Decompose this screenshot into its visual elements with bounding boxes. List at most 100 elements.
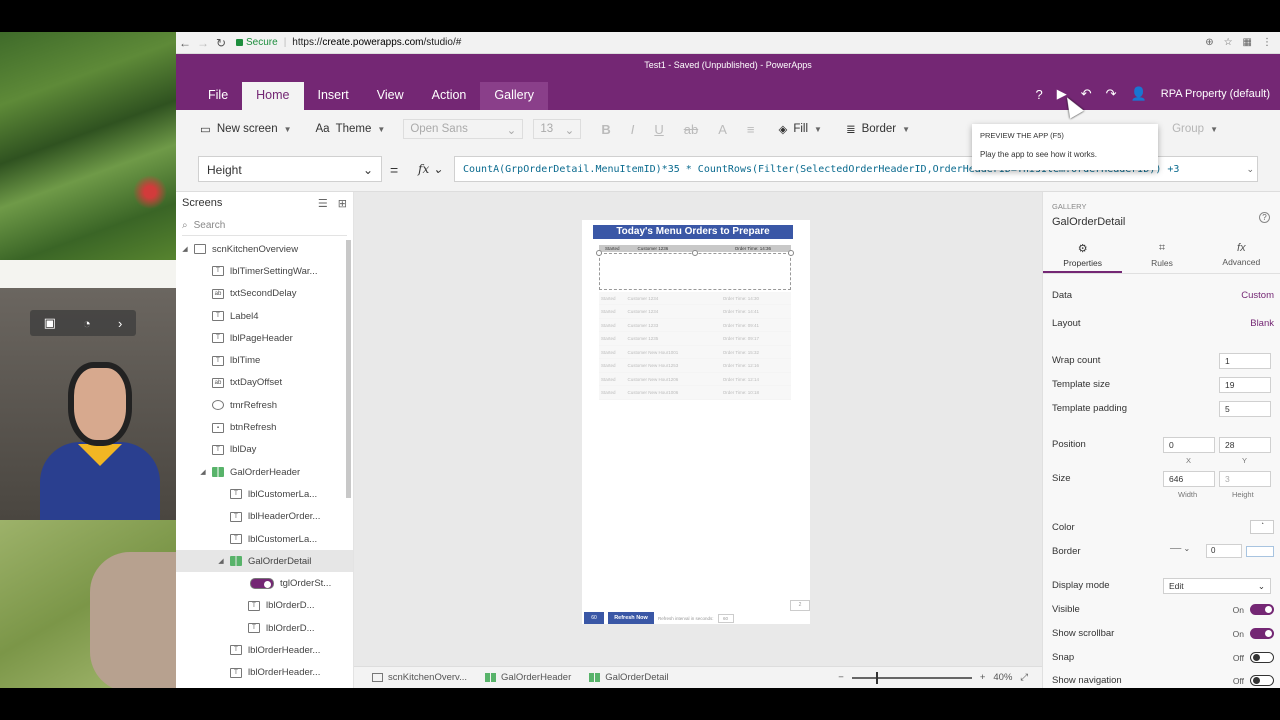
tree-item-gallery-selected[interactable]: ◢ GalOrderDetail xyxy=(176,550,353,573)
property-select[interactable]: Height ⌄ xyxy=(198,156,382,182)
border-width-input[interactable]: 0 xyxy=(1206,544,1242,558)
tree-item[interactable]: ab txtSecondDelay xyxy=(176,283,353,305)
layout-value[interactable]: Blank xyxy=(1250,318,1274,329)
visible-toggle[interactable] xyxy=(1250,604,1274,615)
app-screen-preview[interactable]: Today's Menu Orders to Prepare Started C… xyxy=(582,220,810,624)
list-item[interactable]: Started Customer New Hour1253 Order Time: … xyxy=(599,359,791,373)
border-button[interactable]: ≣ Border ▼ xyxy=(846,122,910,136)
timer-icon[interactable]: ◔ xyxy=(83,316,91,331)
redo-icon[interactable]: ↷ xyxy=(1106,86,1117,102)
expand-formula-icon[interactable]: ⌄ xyxy=(1246,164,1254,175)
new-screen-button[interactable]: ▭ New screen ▼ xyxy=(200,122,292,136)
list-item[interactable]: Started Customer 1234 Order Time: 14:30 xyxy=(599,292,791,306)
tree-item[interactable]: TlblCustomerLa... xyxy=(176,528,353,550)
design-canvas[interactable]: Today's Menu Orders to Prepare Started C… xyxy=(354,192,1042,666)
tree-item[interactable]: T Label4 xyxy=(176,305,353,327)
tree-item-gallery[interactable]: ◢ GalOrderHeader xyxy=(176,461,353,483)
refresh-interval-input[interactable]: 60 xyxy=(717,613,734,623)
undo-icon[interactable]: ↶ xyxy=(1081,86,1092,102)
collapse-icon[interactable]: ◢ xyxy=(180,245,190,253)
tree-item[interactable]: TlblTimerSettingWar... xyxy=(176,260,353,282)
position-y-input[interactable]: 28 xyxy=(1219,437,1271,453)
resize-handle[interactable] xyxy=(596,250,602,256)
tree-item[interactable]: TlblHeaderOrder... xyxy=(176,506,353,528)
menu-insert[interactable]: Insert xyxy=(304,82,363,110)
template-padding-input[interactable]: 5 xyxy=(1219,401,1271,417)
menu-icon[interactable]: ⋮ xyxy=(1262,37,1272,48)
font-color-icon[interactable]: A xyxy=(718,122,727,137)
menu-file[interactable]: File xyxy=(194,82,242,110)
secure-indicator[interactable]: Secure xyxy=(236,37,278,48)
screen-icon[interactable]: ▣ xyxy=(44,315,56,331)
tree-item[interactable]: tmrRefresh xyxy=(176,394,353,416)
underline-icon[interactable]: U xyxy=(654,122,663,137)
list-item[interactable]: Started Customer 1235 Order Time: 09:17 xyxy=(599,332,791,346)
screens-search[interactable]: ⌕ Search xyxy=(182,216,347,236)
page-title[interactable]: Today's Menu Orders to Prepare xyxy=(593,225,793,239)
tree-item[interactable]: TlblOrderD... xyxy=(176,617,353,639)
template-size-input[interactable]: 19 xyxy=(1219,377,1271,393)
size-width-input[interactable]: 646 xyxy=(1163,471,1215,487)
menu-view[interactable]: View xyxy=(363,82,418,110)
list-item[interactable]: Started Customer New Hour1001 Order Time: … xyxy=(599,345,791,360)
order-detail-gallery[interactable] xyxy=(596,250,794,290)
fill-button[interactable]: ◈ Fill ▼ xyxy=(778,122,821,136)
font-size-select[interactable]: 13 ⌄ xyxy=(533,119,582,139)
border-color-picker[interactable] xyxy=(1246,545,1274,557)
forward-icon[interactable]: → xyxy=(194,36,212,50)
resize-handle[interactable] xyxy=(788,250,794,256)
fx-icon[interactable]: fx ⌄ xyxy=(418,162,443,176)
navigation-toggle[interactable] xyxy=(1250,675,1274,686)
scrollbar-toggle[interactable] xyxy=(1250,628,1274,639)
collapse-icon[interactable]: ◢ xyxy=(198,468,208,476)
control-name[interactable]: GalOrderDetail xyxy=(1052,216,1125,228)
align-icon[interactable]: ≡ xyxy=(747,122,755,137)
chevron-right-icon[interactable]: › xyxy=(118,316,122,331)
breadcrumb-screen[interactable]: scnKitchenOverv... xyxy=(372,672,467,683)
fit-screen-icon[interactable]: ⤢ xyxy=(1020,672,1028,683)
tab-rules[interactable]: ⌗ Rules xyxy=(1122,238,1201,273)
list-item[interactable]: Started Customer New Hour1206 Order Time: … xyxy=(599,372,791,387)
tree-item[interactable]: TlblOrderHeader... xyxy=(176,662,353,684)
help-icon[interactable]: ? xyxy=(1036,87,1043,102)
menu-action[interactable]: Action xyxy=(418,82,481,110)
border-style-select[interactable]: ── ⌄ xyxy=(1170,544,1204,558)
zoom-icon[interactable]: ⊕ xyxy=(1205,37,1213,48)
italic-icon[interactable]: I xyxy=(631,122,635,137)
wrap-count-input[interactable]: 1 xyxy=(1219,353,1271,369)
search-input[interactable]: Search xyxy=(194,220,226,231)
bold-icon[interactable]: B xyxy=(601,122,610,137)
collapse-icon[interactable]: ◢ xyxy=(216,557,226,565)
theme-button[interactable]: Aa Theme ▼ xyxy=(316,123,386,135)
breadcrumb-gallery-detail[interactable]: GalOrderDetail xyxy=(589,672,669,683)
size-height-input[interactable]: 3 xyxy=(1219,471,1271,487)
zoom-in-icon[interactable]: + xyxy=(980,672,986,683)
zoom-slider[interactable] xyxy=(851,671,972,684)
breadcrumb-gallery-header[interactable]: GalOrderHeader xyxy=(485,672,571,683)
tab-properties[interactable]: ⚙ Properties xyxy=(1043,238,1123,273)
tree-item[interactable]: TlblPageHeader xyxy=(176,327,353,349)
zoom-slider-thumb[interactable] xyxy=(875,671,878,684)
tree-item[interactable]: TlblOrderD... xyxy=(176,595,353,617)
star-icon[interactable]: ☆ xyxy=(1224,37,1233,48)
webcam-controls[interactable]: ▣ ◔ › xyxy=(30,310,136,336)
display-mode-select[interactable]: Edit ⌄ xyxy=(1163,578,1271,594)
tree-item[interactable]: TlblDay xyxy=(176,439,353,461)
tree-item[interactable]: TlblOrderHeader... xyxy=(176,639,353,661)
account-label[interactable]: RPA Property (default) xyxy=(1161,88,1270,100)
tree-item[interactable]: TlblCustomerLa... xyxy=(176,483,353,505)
extension-icon[interactable]: ▦ xyxy=(1243,37,1252,48)
font-family-select[interactable]: Open Sans ⌄ xyxy=(403,119,524,139)
zoom-out-icon[interactable]: − xyxy=(838,672,844,683)
list-item[interactable]: Started Customer 1234 Order Time: 14:41 xyxy=(599,305,791,319)
tab-advanced[interactable]: fx Advanced xyxy=(1202,238,1280,273)
back-icon[interactable]: ← xyxy=(176,36,194,50)
group-button[interactable]: Group ▼ xyxy=(1172,123,1218,135)
user-icon[interactable]: 👤 xyxy=(1131,86,1147,102)
tree-item-screen[interactable]: ◢ scnKitchenOverview xyxy=(176,238,353,260)
resize-handle[interactable] xyxy=(692,250,698,256)
url-field[interactable]: https://create.powerapps.com/studio/# xyxy=(292,37,461,48)
tree-item[interactable]: tglOrderSt... xyxy=(176,572,353,594)
tree-item[interactable]: TlblTime xyxy=(176,349,353,371)
screens-scrollbar[interactable] xyxy=(346,240,351,498)
